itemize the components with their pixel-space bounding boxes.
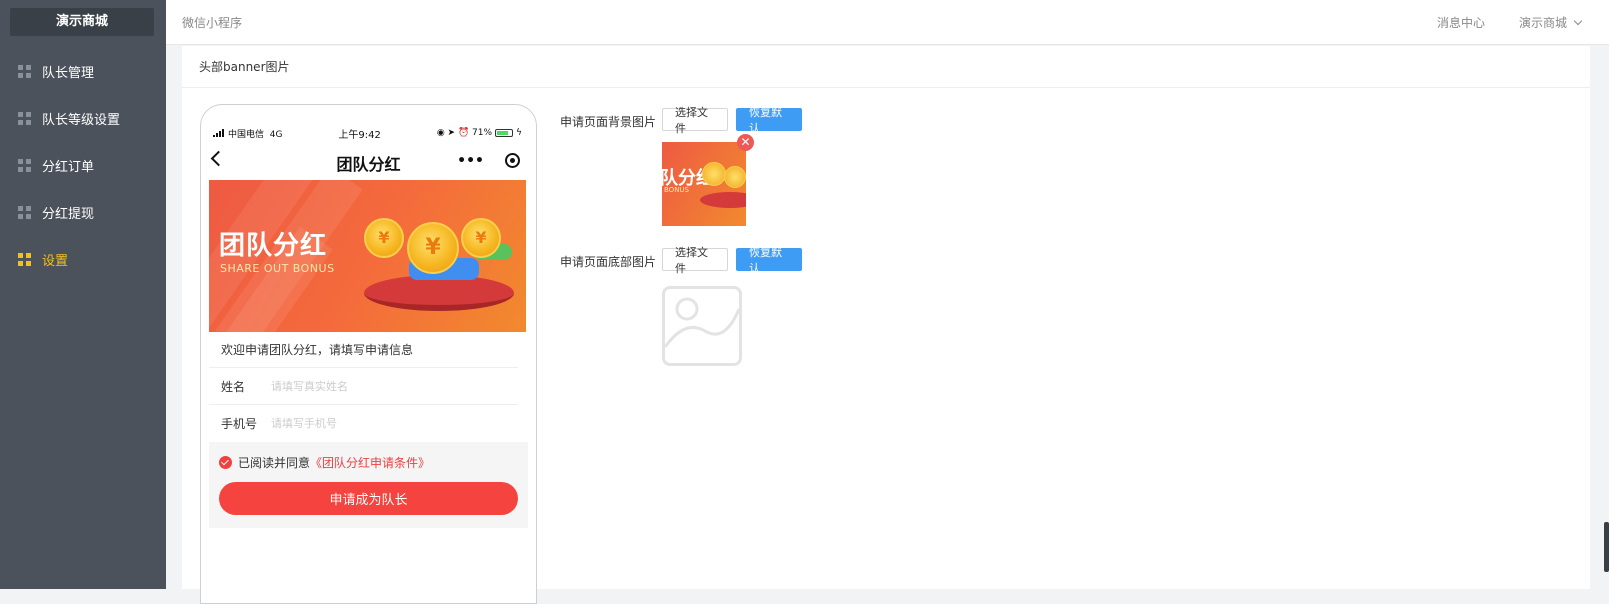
sidebar-item-settings[interactable]: 设置 bbox=[0, 236, 166, 283]
name-input[interactable] bbox=[271, 379, 471, 393]
location-icon: ◉ ➤ ⏰ bbox=[436, 128, 470, 138]
message-center-link[interactable]: 消息中心 bbox=[1437, 14, 1485, 31]
image-placeholder-icon[interactable] bbox=[662, 286, 742, 366]
apply-form: 欢迎申请团队分红，请填写申请信息 姓名 手机号 已阅读并同意 《团队分红申请条件… bbox=[209, 340, 528, 528]
coin-icon: ¥ bbox=[407, 222, 459, 274]
bottom-image-label: 申请页面底部图片 bbox=[560, 255, 657, 269]
agree-text: 已阅读并同意 bbox=[238, 456, 311, 470]
breadcrumb[interactable]: 微信小程序 bbox=[182, 14, 242, 31]
sidebar-item-label: 队长等级设置 bbox=[42, 113, 121, 128]
background-image-row: 申请页面背景图片 选择文件 恢复默认 bbox=[560, 106, 810, 135]
sidebar-item-label: 设置 bbox=[42, 254, 69, 269]
banner-pedestal bbox=[364, 275, 514, 311]
main-content: 头部banner图片 中国电信 4G 上午9:42 ◉ ➤ ⏰ 71% ϟ 团队分… bbox=[182, 46, 1590, 604]
grid-icon bbox=[18, 159, 31, 172]
background-image-preview: 队分红 BONUS ✕ bbox=[662, 134, 754, 226]
coin-icon: ¥ bbox=[461, 218, 501, 258]
reset-default-button[interactable]: 恢复默认 bbox=[736, 106, 802, 135]
sidebar-item-bonus-withdraw[interactable]: 分红提现 bbox=[0, 189, 166, 236]
phone-label: 手机号 bbox=[221, 417, 258, 431]
agree-section: 已阅读并同意 《团队分红申请条件》 申请成为队长 bbox=[209, 442, 528, 528]
more-dots-icon[interactable]: ••• bbox=[457, 153, 484, 169]
terms-link[interactable]: 《团队分红申请条件》 bbox=[310, 454, 430, 471]
section-title: 头部banner图片 bbox=[182, 46, 1590, 88]
status-time: 上午9:42 bbox=[338, 129, 381, 141]
battery-info: ◉ ➤ ⏰ 71% ϟ bbox=[436, 128, 522, 138]
checkbox-checked-icon[interactable] bbox=[219, 456, 232, 469]
charging-icon: ϟ bbox=[516, 128, 522, 138]
delete-image-icon[interactable]: ✕ bbox=[737, 134, 754, 151]
reset-default-button[interactable]: 恢复默认 bbox=[736, 246, 802, 275]
grid-icon bbox=[18, 253, 31, 266]
background-image-label: 申请页面背景图片 bbox=[560, 115, 657, 129]
phone-preview: 中国电信 4G 上午9:42 ◉ ➤ ⏰ 71% ϟ 团队分红 ••• 团队分红 … bbox=[200, 104, 537, 604]
bottom-image-row: 申请页面底部图片 选择文件 恢复默认 bbox=[560, 246, 810, 275]
grid-icon bbox=[18, 65, 31, 78]
top-header: 微信小程序 消息中心 演示商城 bbox=[166, 0, 1609, 45]
close-capsule-icon[interactable] bbox=[505, 153, 520, 168]
banner-subtitle: SHARE OUT BONUS bbox=[220, 262, 335, 275]
sidebar-item-captain-level[interactable]: 队长等级设置 bbox=[0, 95, 166, 142]
header-banner-image: 团队分红 SHARE OUT BONUS ¥ ¥ ¥ bbox=[209, 180, 526, 332]
coin-icon: ¥ bbox=[364, 218, 404, 258]
phone-navbar: 团队分红 ••• bbox=[209, 149, 528, 175]
sidebar-item-label: 分红订单 bbox=[42, 160, 95, 175]
apply-captain-button[interactable]: 申请成为队长 bbox=[219, 482, 518, 515]
choose-file-button[interactable]: 选择文件 bbox=[662, 106, 728, 135]
sidebar-item-captain-management[interactable]: 队长管理 bbox=[0, 48, 166, 95]
battery-icon bbox=[495, 128, 514, 137]
brand-logo[interactable]: 演示商城 bbox=[10, 8, 154, 36]
grid-icon bbox=[18, 206, 31, 219]
phone-row: 手机号 bbox=[209, 405, 518, 442]
signal-icon bbox=[213, 128, 224, 137]
sidebar-item-label: 队长管理 bbox=[42, 66, 95, 81]
sidebar-item-label: 分红提现 bbox=[42, 207, 95, 222]
background-thumbnail: 队分红 BONUS bbox=[662, 142, 746, 226]
phone-status-bar: 中国电信 4G 上午9:42 ◉ ➤ ⏰ 71% ϟ bbox=[213, 126, 522, 141]
name-row: 姓名 bbox=[209, 368, 518, 405]
grid-icon bbox=[18, 112, 31, 125]
banner-title: 团队分红 bbox=[219, 231, 328, 261]
name-label: 姓名 bbox=[221, 379, 246, 394]
header-actions: 消息中心 演示商城 bbox=[1437, 14, 1581, 31]
sidebar-nav: 队长管理 队长等级设置 分红订单 分红提现 设置 bbox=[0, 48, 166, 283]
sidebar-item-bonus-orders[interactable]: 分红订单 bbox=[0, 142, 166, 189]
welcome-text: 欢迎申请团队分红，请填写申请信息 bbox=[209, 340, 518, 368]
carrier-info: 中国电信 4G bbox=[213, 127, 282, 140]
agree-line: 已阅读并同意 《团队分红申请条件》 bbox=[219, 454, 430, 471]
scrollbar-thumb[interactable] bbox=[1604, 522, 1609, 572]
store-dropdown[interactable]: 演示商城 bbox=[1519, 14, 1581, 31]
phone-input[interactable] bbox=[271, 417, 471, 430]
choose-file-button[interactable]: 选择文件 bbox=[662, 246, 728, 275]
sidebar: 演示商城 队长管理 队长等级设置 分红订单 分红提现 设置 bbox=[0, 0, 166, 589]
image-upload-panel: 申请页面背景图片 选择文件 恢复默认 队分红 BONUS ✕ 申请页面底部图片 … bbox=[560, 106, 810, 366]
